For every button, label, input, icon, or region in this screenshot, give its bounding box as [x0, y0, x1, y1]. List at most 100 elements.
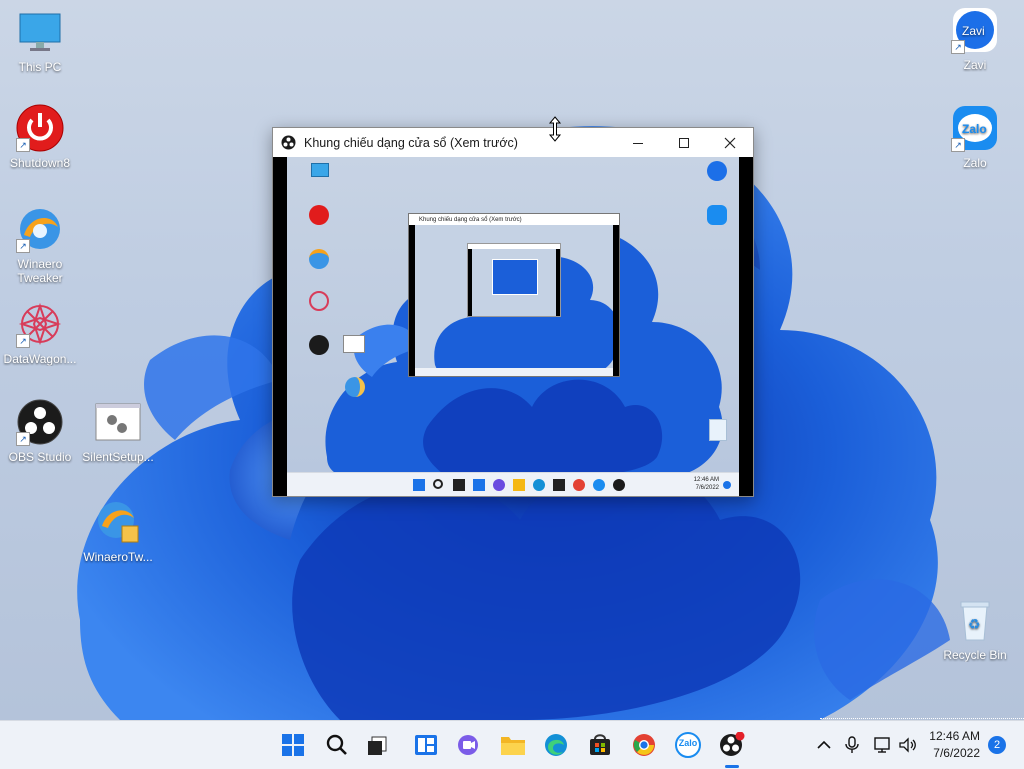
settings-window-icon: [94, 398, 142, 446]
close-button[interactable]: [707, 128, 753, 157]
store-button[interactable]: [584, 729, 616, 761]
shortcut-arrow-icon: ↗: [951, 40, 965, 54]
search-icon: [326, 734, 347, 755]
preview-widgets-icon: [473, 479, 485, 491]
edge-button[interactable]: [540, 729, 572, 761]
desktop-icon-shutdown8[interactable]: ↗ Shutdown8: [0, 104, 80, 170]
widgets-button[interactable]: [410, 729, 442, 761]
desktop-icon-zalo[interactable]: Zalo ↗ Zalo: [935, 104, 1015, 170]
preview-chrome-icon: [573, 479, 585, 491]
desktop-icon-winaero-tweaker[interactable]: ↗ Winaero Tweaker: [0, 205, 80, 285]
preview-task-view-icon: [453, 479, 465, 491]
task-view-icon: [368, 736, 387, 755]
icon-label: Winaero Tweaker: [17, 257, 63, 285]
preview-time: 12:46 AM: [693, 477, 719, 483]
search-button[interactable]: [321, 729, 353, 761]
icon-label: Shutdown8: [9, 156, 71, 170]
notification-badge[interactable]: 2: [988, 736, 1006, 754]
volume-button[interactable]: [892, 729, 924, 761]
icon-label: OBS Studio: [8, 450, 72, 464]
zavi-icon: Zavi ↗: [951, 6, 999, 54]
nested-inner-preview: [472, 249, 556, 316]
minimize-button[interactable]: [615, 128, 661, 157]
preview-edge-icon: [533, 479, 545, 491]
svg-text:♻: ♻: [968, 616, 981, 632]
desktop-icon-obs-studio[interactable]: ↗ OBS Studio: [0, 398, 80, 464]
preview-recycle-bin-icon: [709, 419, 727, 441]
preview-notification-badge: [723, 481, 731, 489]
zalo-button[interactable]: Zalo: [672, 729, 704, 761]
preview-this-pc-icon: [311, 163, 329, 177]
file-explorer-button[interactable]: [497, 729, 529, 761]
window-title: Khung chiếu dạng cửa sổ (Xem trước): [304, 135, 518, 150]
desktop-icon-this-pc[interactable]: This PC: [0, 8, 80, 74]
window-titlebar[interactable]: Khung chiếu dạng cửa sổ (Xem trước): [273, 128, 753, 157]
clock-time: 12:46 AM: [929, 729, 980, 743]
preview-winaero-icon: [309, 249, 329, 269]
resize-cursor-icon: [548, 116, 562, 142]
preview-date: 7/6/2022: [695, 485, 719, 491]
obs-icon: [281, 135, 296, 150]
chrome-icon: [633, 734, 655, 756]
monitor-icon: [16, 8, 64, 56]
preview-obs-icon: [309, 335, 329, 355]
zalo-taskbar-label: Zalo: [678, 738, 698, 748]
edge-icon: [545, 734, 567, 756]
zalo-icon: Zalo ↗: [951, 104, 999, 152]
obs-button[interactable]: [716, 729, 748, 761]
shortcut-arrow-icon: ↗: [16, 334, 30, 348]
start-button[interactable]: [277, 729, 309, 761]
desktop-icon-winaerotweaker-setup[interactable]: WinaeroTw...: [78, 498, 158, 564]
preview-zavi-icon: [707, 161, 727, 181]
preview-explorer-icon: [513, 479, 525, 491]
datawagon-icon: ↗: [16, 300, 64, 348]
nested-taskbar: [415, 368, 613, 376]
icon-label: Zavi: [963, 58, 987, 72]
microphone-button[interactable]: [836, 729, 868, 761]
desktop-icon-silentsetup[interactable]: SilentSetup...: [78, 398, 158, 464]
preview-start-icon: [413, 479, 425, 491]
taskbar-clock[interactable]: 12:46 AM 7/6/2022: [929, 728, 980, 762]
shortcut-arrow-icon: ↗: [16, 239, 30, 253]
desktop-icon-zavi[interactable]: Zavi ↗ Zavi: [935, 6, 1015, 72]
preview-obs-icon-tb: [613, 479, 625, 491]
preview-store-icon: [553, 479, 565, 491]
widgets-icon: [415, 735, 437, 755]
task-view-button[interactable]: [362, 729, 394, 761]
maximize-button[interactable]: [661, 128, 707, 157]
recycle-bin-icon: ♻: [951, 596, 999, 644]
shortcut-arrow-icon: ↗: [16, 138, 30, 152]
nested-titlebar: Khung chiếu dạng cửa sổ (Xem trước): [409, 214, 619, 225]
winaero-installer-icon: [94, 498, 142, 546]
volume-icon: [899, 737, 916, 753]
shortcut-arrow-icon: ↗: [16, 432, 30, 446]
obs-icon: ↗: [16, 398, 64, 446]
nested-innermost: [492, 259, 538, 295]
desktop-icon-datawagon[interactable]: ↗ DataWagon...: [0, 300, 80, 366]
taskbar: Zalo 12:46 AM 7/6/2022 2: [0, 720, 1024, 769]
desktop-icon-recycle-bin[interactable]: ♻ Recycle Bin: [935, 596, 1015, 662]
nested-inner-window: [467, 243, 561, 317]
svg-text:Zavi: Zavi: [962, 24, 985, 38]
preview-search-icon: [433, 479, 443, 489]
icon-label: WinaeroTw...: [83, 550, 153, 564]
preview-clock: 12:46 AM 7/6/2022: [681, 476, 719, 492]
preview-datawagon-icon: [309, 291, 329, 311]
chrome-button[interactable]: [628, 729, 660, 761]
icon-label: Zalo: [963, 156, 987, 170]
preview-winaero-setup-icon: [345, 377, 365, 397]
preview-shutdown-icon: [309, 205, 329, 225]
preview-silentsetup-icon: [343, 335, 365, 353]
nested-window-title: Khung chiếu dạng cửa sổ (Xem trước): [419, 216, 522, 223]
svg-text:Zalo: Zalo: [962, 122, 987, 136]
preview-zalo-icon-tb: [593, 479, 605, 491]
folder-icon: [501, 737, 525, 755]
icon-label: This PC: [18, 60, 62, 74]
nested-projector-window: Khung chiếu dạng cửa sổ (Xem trước): [408, 213, 620, 377]
microphone-icon: [845, 736, 859, 753]
chat-button[interactable]: [452, 729, 484, 761]
nested-preview: [415, 225, 613, 376]
projector-preview: Khung chiếu dạng cửa sổ (Xem trước) 12:4…: [287, 157, 739, 496]
clock-date: 7/6/2022: [933, 746, 980, 760]
projector-window[interactable]: Khung chiếu dạng cửa sổ (Xem trước) Khun…: [272, 127, 754, 497]
